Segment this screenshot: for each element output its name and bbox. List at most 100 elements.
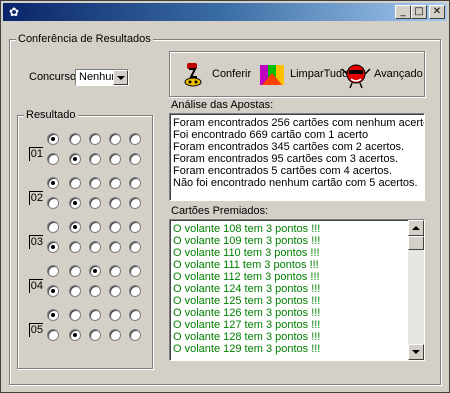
advanced-icon	[341, 64, 371, 89]
analise-textbox[interactable]: Foram encontrados 256 cartões com nenhum…	[169, 113, 425, 201]
resultado-radio[interactable]	[69, 221, 81, 233]
check-icon	[184, 63, 202, 87]
limpar-tudo-button[interactable]: LimparTudo	[257, 59, 348, 89]
resultado-radio[interactable]	[129, 241, 141, 253]
resultado-radio[interactable]	[89, 133, 101, 145]
resultado-radio[interactable]	[47, 221, 59, 233]
premiados-line[interactable]: O volante 125 tem 3 pontos !!!	[173, 295, 320, 307]
resultado-radio[interactable]	[89, 329, 101, 341]
resultado-radio[interactable]	[47, 133, 59, 145]
resultado-radio[interactable]	[69, 309, 81, 321]
resultado-radio[interactable]	[69, 285, 81, 297]
resultado-radio[interactable]	[69, 329, 81, 341]
analise-line: Foi encontrado 669 cartão com 1 acerto	[173, 129, 369, 141]
analise-line: Foram encontrados 256 cartões com nenhum…	[173, 117, 425, 129]
resultado-radio[interactable]	[109, 309, 121, 321]
resultado-radio[interactable]	[89, 309, 101, 321]
resultado-radio[interactable]	[89, 197, 101, 209]
resultado-radio[interactable]	[129, 177, 141, 189]
resultado-radio[interactable]	[69, 133, 81, 145]
conferir-button[interactable]: Conferir	[179, 59, 251, 89]
resultado-radio[interactable]	[47, 177, 59, 189]
resultado-radio[interactable]	[47, 265, 59, 277]
premiados-line[interactable]: O volante 124 tem 3 pontos !!!	[173, 283, 320, 295]
resultado-radio[interactable]	[47, 197, 59, 209]
resultado-group-title: Resultado	[24, 109, 78, 121]
vertical-scrollbar[interactable]	[408, 220, 424, 360]
analise-line: Foram encontrados 5 cartões com 4 acerto…	[173, 165, 392, 177]
resultado-radio[interactable]	[47, 329, 59, 341]
resultado-row-label: 05	[29, 323, 43, 337]
premiados-line[interactable]: O volante 110 tem 3 pontos !!!	[173, 247, 320, 259]
resultado-radio[interactable]	[47, 309, 59, 321]
resultado-radio[interactable]	[69, 265, 81, 277]
resultado-radio[interactable]	[109, 177, 121, 189]
resultado-radio[interactable]	[47, 153, 59, 165]
avancado-label: Avançado	[374, 67, 423, 80]
clear-all-icon	[260, 65, 284, 85]
analise-line: Não foi encontrado nenhum cartão com 5 a…	[173, 177, 418, 189]
resultado-radio[interactable]	[109, 153, 121, 165]
avancado-button[interactable]: Avançado	[341, 59, 423, 89]
resultado-row-label: 01	[29, 147, 43, 161]
resultado-row-label: 04	[29, 279, 43, 293]
premiados-line[interactable]: O volante 128 tem 3 pontos !!!	[173, 331, 320, 343]
resultado-radio[interactable]	[89, 177, 101, 189]
resultado-radio[interactable]	[69, 177, 81, 189]
resultado-radio[interactable]	[129, 309, 141, 321]
resultado-radio[interactable]	[47, 241, 59, 253]
concurso-select[interactable]: Nenhum	[75, 69, 129, 86]
analise-label: Análise das Apostas:	[171, 99, 274, 111]
conferir-label: Conferir	[212, 67, 252, 80]
resultado-radio[interactable]	[109, 241, 121, 253]
premiados-listbox[interactable]: O volante 108 tem 3 pontos !!! O volante …	[169, 219, 425, 361]
resultado-radio[interactable]	[109, 329, 121, 341]
resultado-radio[interactable]	[109, 285, 121, 297]
resultado-radio[interactable]	[129, 285, 141, 297]
resultado-radio[interactable]	[89, 285, 101, 297]
resultado-radio[interactable]	[69, 197, 81, 209]
analise-line: Foram encontrados 95 cartões com 3 acert…	[173, 153, 398, 165]
resultado-radio[interactable]	[89, 221, 101, 233]
chevron-down-icon[interactable]	[113, 70, 128, 85]
resultado-radio[interactable]	[69, 241, 81, 253]
resultado-radio[interactable]	[129, 221, 141, 233]
resultado-radio[interactable]	[129, 265, 141, 277]
resultado-radio[interactable]	[89, 153, 101, 165]
resultado-radio[interactable]	[129, 329, 141, 341]
resultado-radio[interactable]	[129, 133, 141, 145]
analise-line: Foram encontrados 345 cartões com 2 acer…	[173, 141, 405, 153]
premiados-line[interactable]: O volante 109 tem 3 pontos !!!	[173, 235, 320, 247]
premiados-line[interactable]: O volante 108 tem 3 pontos !!!	[173, 223, 320, 235]
premiados-line[interactable]: O volante 112 tem 3 pontos !!!	[173, 271, 320, 283]
resultado-radio[interactable]	[89, 241, 101, 253]
minimize-button[interactable]: _	[395, 5, 411, 19]
resultado-radio[interactable]	[109, 221, 121, 233]
scroll-down-icon[interactable]	[408, 344, 424, 360]
app-icon[interactable]: ✿	[7, 5, 21, 19]
premiados-label: Cartões Premiados:	[171, 205, 269, 217]
resultado-radio[interactable]	[129, 153, 141, 165]
scroll-thumb[interactable]	[408, 236, 424, 250]
resultado-radio[interactable]	[69, 153, 81, 165]
resultado-radio[interactable]	[109, 133, 121, 145]
scroll-up-icon[interactable]	[408, 220, 424, 236]
premiados-line[interactable]: O volante 129 tem 3 pontos !!!	[173, 343, 320, 355]
title-bar[interactable]: ✿ _ □ ✕	[3, 3, 447, 21]
resultado-radio[interactable]	[47, 285, 59, 297]
resultado-radio[interactable]	[109, 197, 121, 209]
close-button[interactable]: ✕	[429, 5, 445, 19]
concurso-label: Concurso:	[29, 71, 80, 83]
resultado-row-label: 02	[29, 191, 43, 205]
resultado-radio[interactable]	[129, 197, 141, 209]
premiados-line[interactable]: O volante 126 tem 3 pontos !!!	[173, 307, 320, 319]
resultado-radio[interactable]	[109, 265, 121, 277]
conferencia-group-title: Conferência de Resultados	[16, 33, 153, 45]
premiados-line[interactable]: O volante 127 tem 3 pontos !!!	[173, 319, 320, 331]
limpar-tudo-label: LimparTudo	[290, 67, 349, 80]
main-window: ✿ _ □ ✕ Conferência de Resultados Concur…	[0, 0, 450, 393]
resultado-radio[interactable]	[89, 265, 101, 277]
maximize-button[interactable]: □	[411, 5, 427, 19]
resultado-row-label: 03	[29, 235, 43, 249]
premiados-line[interactable]: O volante 111 tem 3 pontos !!!	[173, 259, 319, 271]
